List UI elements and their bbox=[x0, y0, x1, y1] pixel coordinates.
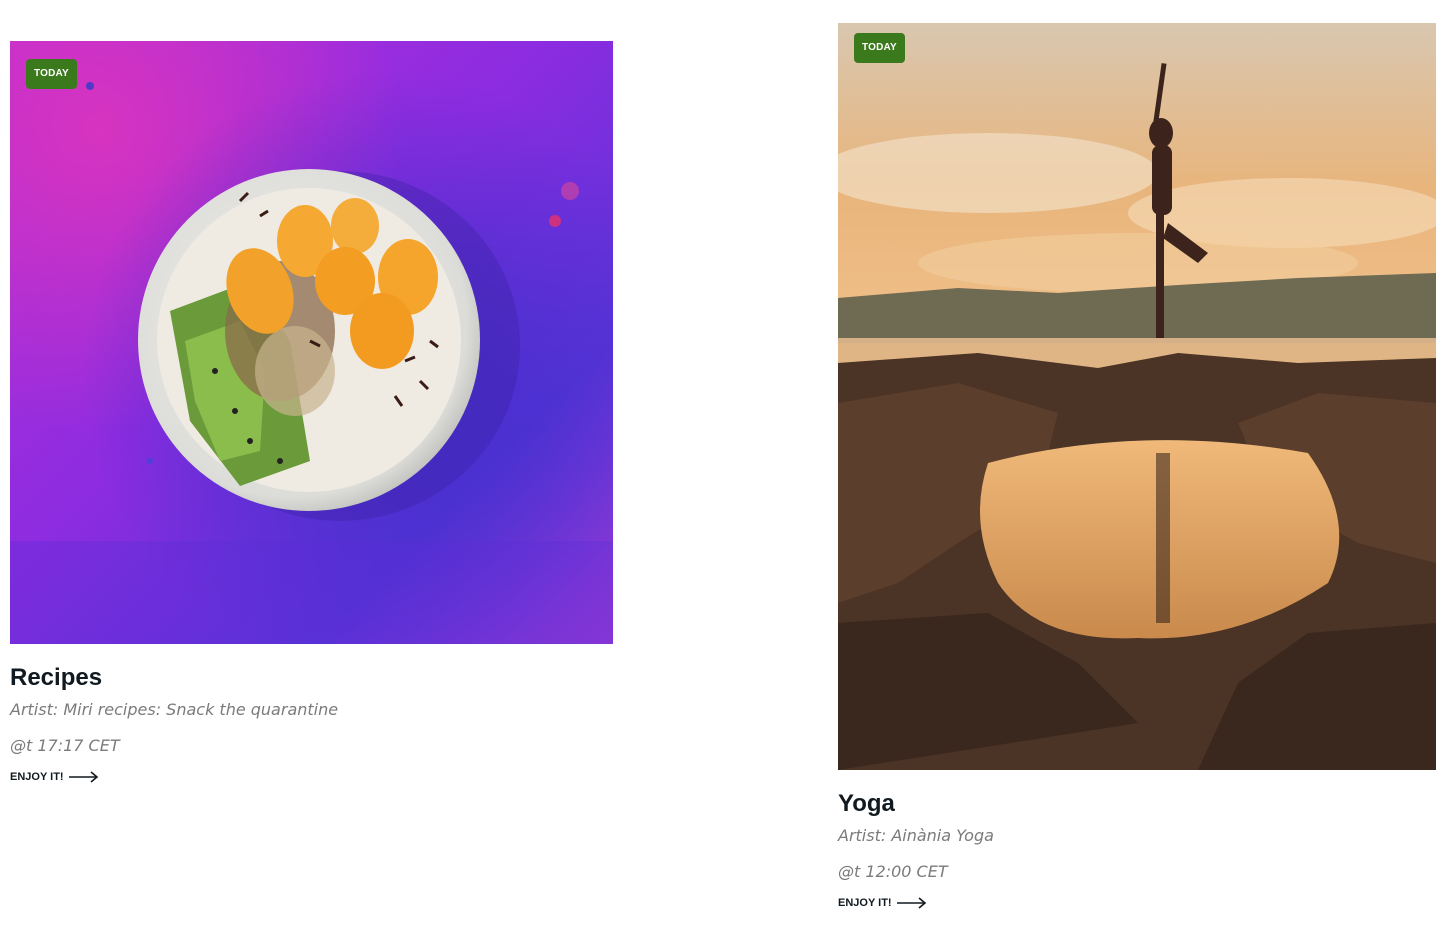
yoga-sunset-photo bbox=[838, 23, 1436, 770]
event-card-recipes: TODAY Recipes Artist: Miri recipes: Snac… bbox=[10, 41, 613, 785]
enjoy-it-label: ENJOY IT! bbox=[838, 897, 892, 909]
arrow-right-icon bbox=[68, 771, 98, 783]
today-badge: TODAY bbox=[854, 33, 905, 63]
event-card-yoga: TODAY Yoga Artist: Ainània Yoga @t 12:00… bbox=[838, 23, 1436, 911]
card-image-yoga[interactable]: TODAY bbox=[838, 23, 1436, 770]
today-badge: TODAY bbox=[26, 59, 77, 89]
card-artist: Artist: Ainània Yoga bbox=[838, 826, 994, 845]
card-title[interactable]: Recipes bbox=[10, 663, 613, 693]
arrow-right-icon bbox=[896, 897, 926, 909]
enjoy-it-label: ENJOY IT! bbox=[10, 771, 64, 783]
fruit-bowl-photo bbox=[10, 41, 613, 644]
card-image-recipes[interactable]: TODAY bbox=[10, 41, 613, 644]
enjoy-it-link[interactable]: ENJOY IT! bbox=[10, 771, 99, 783]
enjoy-it-link[interactable]: ENJOY IT! bbox=[838, 897, 927, 909]
card-time: @t 17:17 CET bbox=[10, 736, 120, 755]
card-time: @t 12:00 CET bbox=[838, 862, 948, 881]
card-title[interactable]: Yoga bbox=[838, 789, 1436, 819]
card-artist: Artist: Miri recipes: Snack the quaranti… bbox=[10, 700, 339, 719]
